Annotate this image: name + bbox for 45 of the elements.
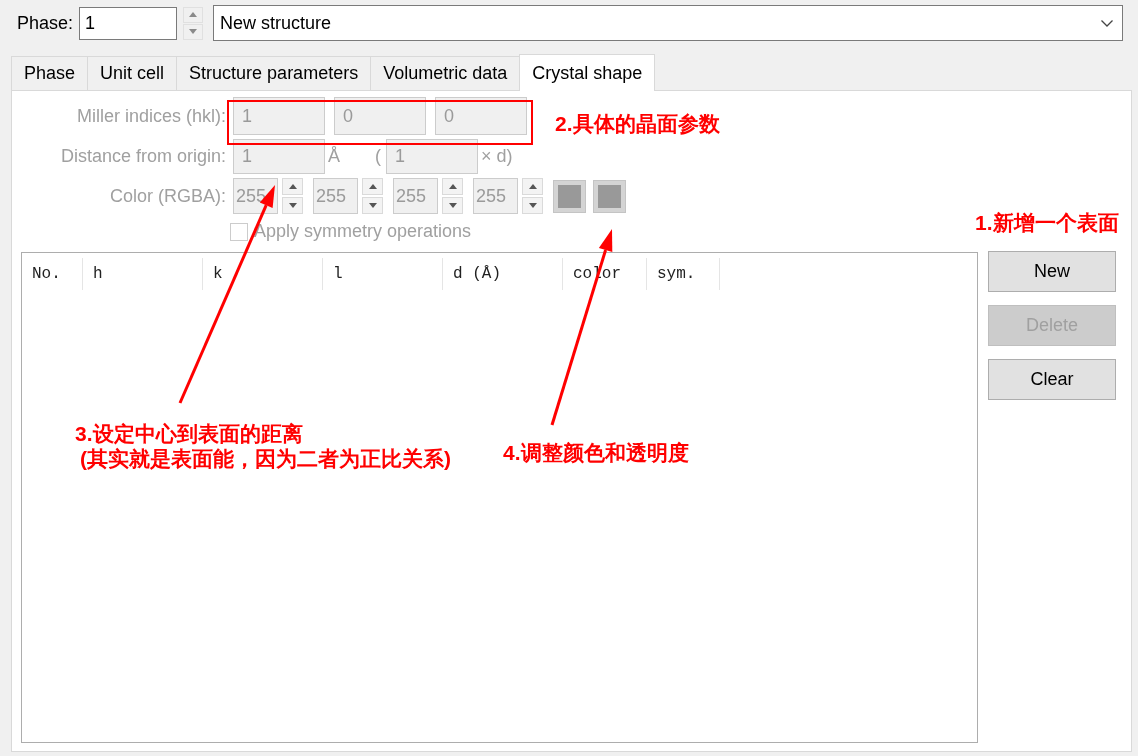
annotation-text: 4.调整颜色和透明度 (503, 440, 689, 465)
chevron-down-icon (1101, 19, 1113, 27)
annotation-text: 2.具体的晶面参数 (555, 111, 720, 136)
spin-down-button[interactable] (522, 197, 543, 214)
spin-down-button[interactable] (362, 197, 383, 214)
column-header: No. (22, 258, 83, 290)
field-label: Distance from origin: (59, 145, 226, 168)
column-header: sym. (647, 258, 720, 290)
spin-up-button[interactable] (442, 178, 463, 195)
column-header: h (83, 258, 203, 290)
annotation-text: 1.新增一个表面 (975, 210, 1119, 235)
button[interactable]: New (988, 251, 1116, 292)
column-header: k (203, 258, 323, 290)
up-triangle-icon (368, 184, 377, 189)
paren-label: ( (375, 145, 382, 168)
spin-up-button[interactable] (362, 178, 383, 195)
spin-down-button[interactable] (282, 197, 303, 214)
tab[interactable]: Crystal shape (519, 54, 656, 91)
phase-label: Phase: (17, 11, 74, 35)
field-label: Miller indices (hkl): (75, 104, 226, 128)
spin-up-button[interactable] (183, 6, 204, 23)
down-triangle-icon (368, 203, 377, 208)
up-triangle-icon (288, 184, 297, 189)
down-triangle-icon (288, 203, 297, 208)
up-triangle-icon (448, 184, 457, 189)
down-triangle-icon (528, 203, 537, 208)
spin-down-button[interactable] (442, 197, 463, 214)
spin-up-button[interactable] (282, 178, 303, 195)
down-triangle-icon (189, 29, 198, 34)
unit-label: Å (328, 145, 341, 168)
phase-number-field[interactable]: 1 (79, 6, 178, 40)
column-header: l (323, 258, 443, 290)
structure-dropdown[interactable]: New structure (213, 5, 1123, 41)
up-triangle-icon (528, 184, 537, 189)
field-label: Color (RGBA): (109, 184, 226, 208)
button[interactable]: Clear (988, 359, 1116, 400)
unit-label: × d) (481, 145, 513, 168)
down-triangle-icon (448, 203, 457, 208)
up-triangle-icon (189, 12, 198, 17)
annotation-text: 3.设定中心到表面的距离 (75, 421, 304, 446)
spin-up-button[interactable] (522, 178, 543, 195)
column-header: d (Å) (443, 258, 563, 290)
annotation-text: (其实就是表面能，因为二者为正比关系) (79, 446, 451, 471)
spin-down-button[interactable] (183, 23, 204, 40)
tab[interactable]: Phase (11, 56, 89, 90)
